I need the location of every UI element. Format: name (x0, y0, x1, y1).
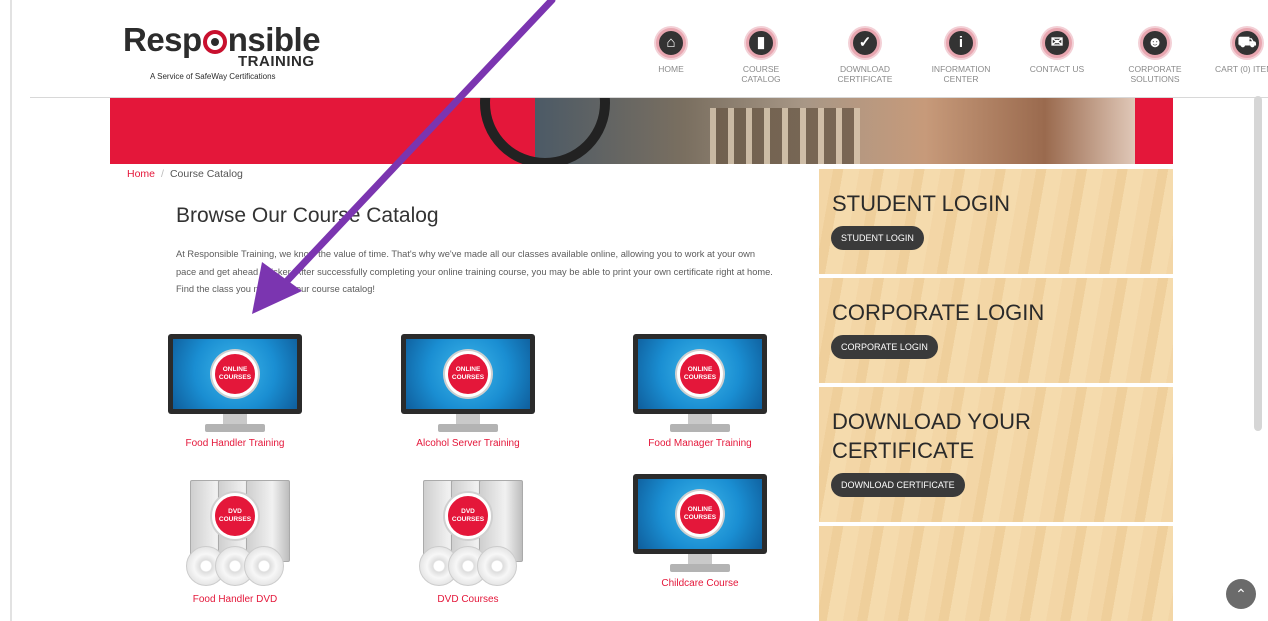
student-login-heading: STUDENT LOGIN (832, 191, 1011, 216)
online-courses-badge: ONLINE COURSES (212, 351, 258, 397)
logo-o-mark (202, 30, 227, 54)
browser-viewport: Resp nsible TRAINING A Service of SafeWay… (0, 0, 1268, 621)
nav-label: CONTACT US (1029, 64, 1085, 74)
corporate-login-heading: CORPORATE LOGIN (832, 300, 1045, 325)
corporate-login-panel: CORPORATE LOGIN CORPORATE LOGIN (819, 278, 1173, 383)
course-link[interactable]: Childcare Course (610, 578, 790, 589)
student-login-panel: STUDENT LOGIN STUDENT LOGIN (819, 169, 1173, 274)
nav-label: INFORMATION CENTER (931, 64, 991, 84)
nav-item-information-center[interactable]: i INFORMATION CENTER (921, 28, 1001, 84)
course-link[interactable]: Food Handler DVD (145, 594, 325, 605)
course-card-alcohol-server-training[interactable]: ONLINE COURSES Alcohol Server Training (378, 334, 558, 449)
monitor-image: ONLINE COURSES (633, 334, 767, 432)
student-login-button[interactable]: STUDENT LOGIN (831, 226, 924, 250)
nav-label: COURSE CATALOG (741, 64, 781, 84)
logo-tagline: A Service of SafeWay Certifications (150, 72, 276, 81)
dvd-image: DVD COURSES (401, 476, 535, 588)
monitor-image: ONLINE COURSES (168, 334, 302, 432)
nav-label: HOME (658, 64, 684, 74)
nav-label: DOWNLOAD CERTIFICATE (837, 64, 893, 84)
logo-subbrand: TRAINING (238, 53, 315, 70)
site-logo[interactable]: Resp nsible TRAINING A Service of SafeWay… (123, 22, 343, 92)
page-title: Browse Our Course Catalog (176, 204, 439, 227)
nav-item-contact-us[interactable]: ✉ CONTACT US (1017, 28, 1097, 74)
monitor-image: ONLINE COURSES (633, 474, 767, 572)
nav-item-download-certificate[interactable]: ✓ DOWNLOAD CERTIFICATE (825, 28, 905, 84)
site-header: Resp nsible TRAINING A Service of SafeWay… (30, 10, 1268, 98)
nav-item-cart[interactable]: ⛟ CART (0) ITEMS (1209, 28, 1268, 74)
group-icon: ☻ (1140, 28, 1170, 58)
download-certificate-heading: DOWNLOAD YOUR CERTIFICATE (832, 409, 1031, 463)
dvd-image: DVD COURSES (168, 476, 302, 588)
back-to-top-button[interactable]: ⌃ (1226, 579, 1256, 609)
course-card-dvd-courses[interactable]: DVD COURSES DVD Courses (378, 476, 558, 605)
download-certificate-panel: DOWNLOAD YOUR CERTIFICATE DOWNLOAD CERTI… (819, 387, 1173, 522)
download-certificate-button[interactable]: DOWNLOAD CERTIFICATE (831, 473, 965, 497)
nav-label: CART (0) ITEMS (1215, 64, 1268, 74)
course-card-food-handler-dvd[interactable]: DVD COURSES Food Handler DVD (145, 476, 325, 605)
course-link[interactable]: DVD Courses (378, 594, 558, 605)
intro-paragraph: At Responsible Training, we know the val… (176, 249, 773, 294)
main-nav: ⌂ HOME ▮ COURSE CATALOG ✓ DOWNLOAD CERTI… (615, 28, 1268, 98)
nav-item-home[interactable]: ⌂ HOME (631, 28, 711, 74)
window-edge (10, 0, 12, 621)
hero-banner (110, 98, 1173, 164)
dvd-courses-badge: DVD COURSES (445, 493, 491, 539)
course-card-food-handler-training[interactable]: ONLINE COURSES Food Handler Training (145, 334, 325, 449)
breadcrumb-home-link[interactable]: Home (127, 168, 155, 180)
nav-label: CORPORATE SOLUTIONS (1128, 64, 1182, 84)
home-icon: ⌂ (656, 28, 686, 58)
info-icon: i (946, 28, 976, 58)
online-courses-badge: ONLINE COURSES (445, 351, 491, 397)
breadcrumb-separator: / (161, 168, 164, 180)
banner-beer-taps (710, 108, 860, 164)
shield-check-icon: ✓ (850, 28, 880, 58)
mail-icon: ✉ (1042, 28, 1072, 58)
page-scrollbar[interactable] (1254, 96, 1262, 431)
sidebar: STUDENT LOGIN STUDENT LOGIN CORPORATE LO… (819, 164, 1173, 621)
chevron-up-icon: ⌃ (1235, 586, 1247, 602)
online-courses-badge: ONLINE COURSES (677, 351, 723, 397)
breadcrumb: Home / Course Catalog (127, 168, 243, 180)
course-link[interactable]: Alcohol Server Training (378, 438, 558, 449)
breadcrumb-current: Course Catalog (169, 168, 243, 180)
sidebar-empty-panel (819, 526, 1173, 621)
monitor-image: ONLINE COURSES (401, 334, 535, 432)
course-card-food-manager-training[interactable]: ONLINE COURSES Food Manager Training (610, 334, 790, 449)
online-courses-badge: ONLINE COURSES (677, 491, 723, 537)
nav-item-corporate-solutions[interactable]: ☻ CORPORATE SOLUTIONS (1115, 28, 1195, 84)
nav-item-course-catalog[interactable]: ▮ COURSE CATALOG (725, 28, 797, 84)
book-icon: ▮ (746, 28, 776, 58)
course-card-childcare-course[interactable]: ONLINE COURSES Childcare Course (610, 474, 790, 589)
corporate-login-button[interactable]: CORPORATE LOGIN (831, 335, 938, 359)
course-link[interactable]: Food Manager Training (610, 438, 790, 449)
cart-icon: ⛟ (1232, 28, 1262, 58)
dvd-courses-badge: DVD COURSES (212, 493, 258, 539)
course-link[interactable]: Food Handler Training (145, 438, 325, 449)
